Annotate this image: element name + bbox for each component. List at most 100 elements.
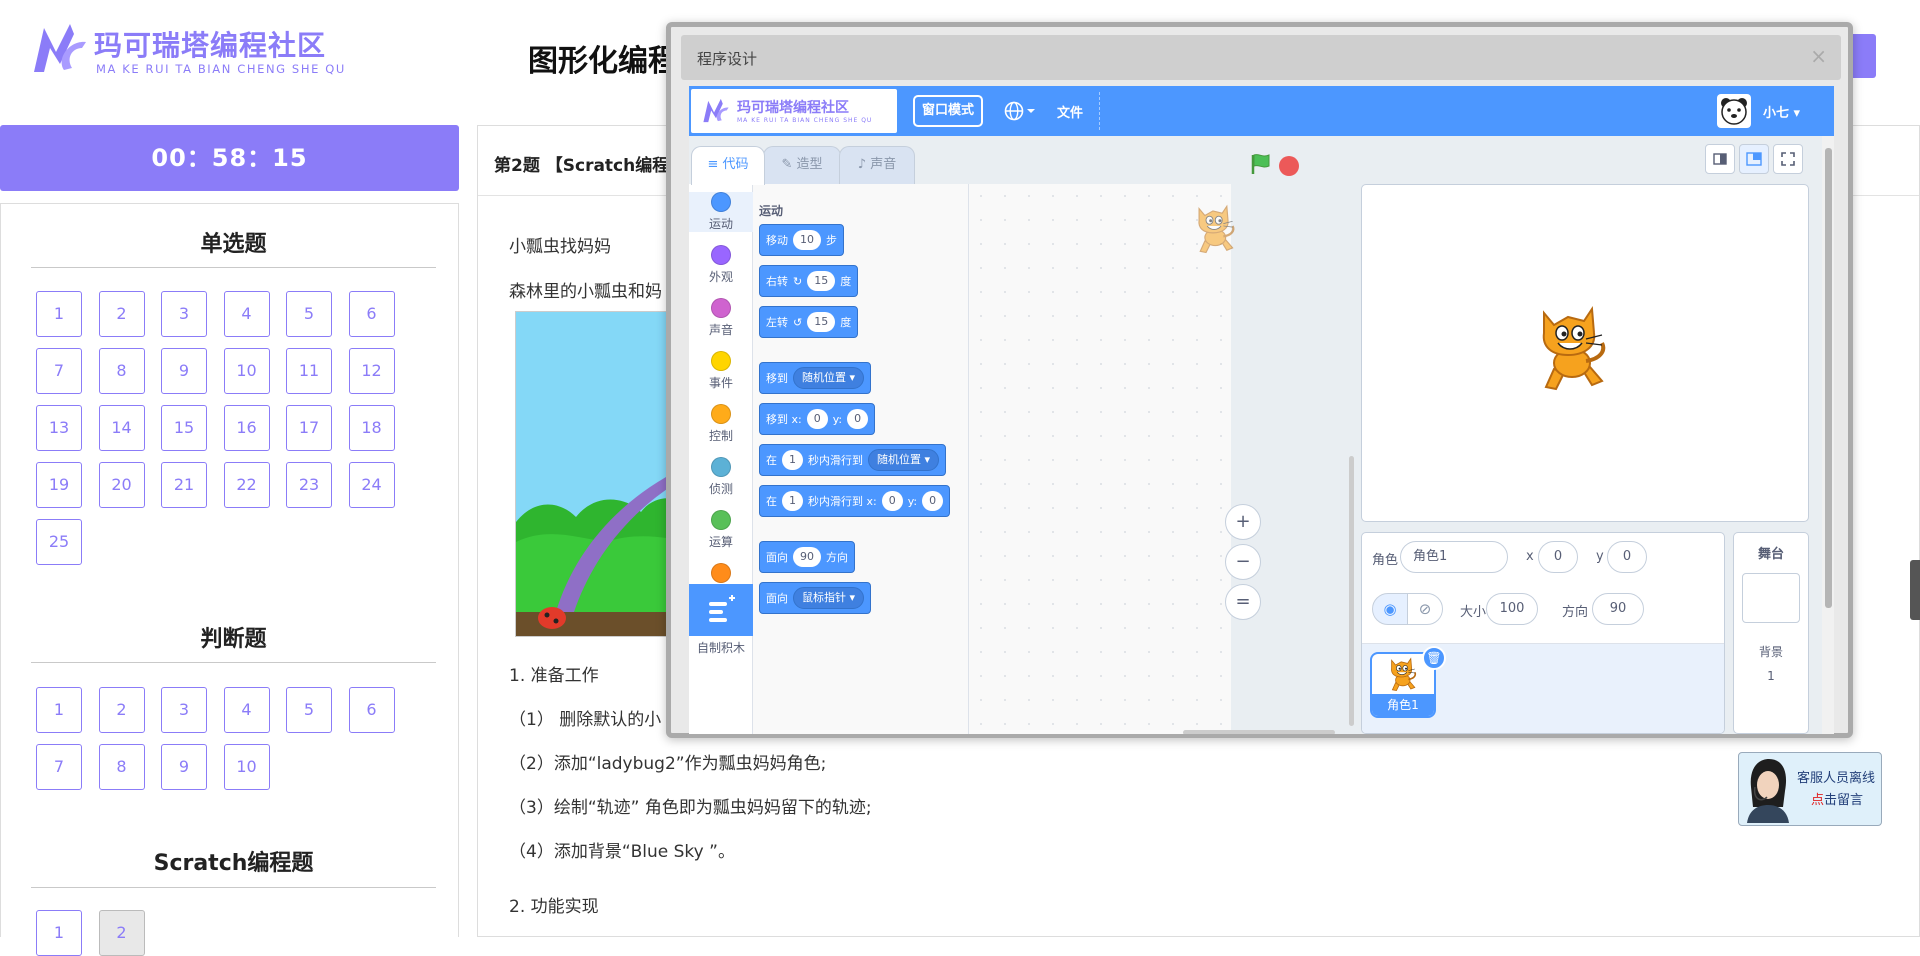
question-number-button[interactable]: 3: [161, 687, 207, 733]
block-goto[interactable]: 移到 随机位置 ▾: [759, 362, 872, 394]
sprite-name-input[interactable]: 角色1: [1400, 541, 1508, 573]
question-number-button[interactable]: 13: [36, 405, 82, 451]
question-number-button[interactable]: 7: [36, 744, 82, 790]
y-input[interactable]: 0: [1607, 541, 1647, 573]
scrollbar-thumb[interactable]: [1825, 148, 1832, 608]
question-number-button[interactable]: 5: [286, 291, 332, 337]
question-number-button[interactable]: 12: [348, 348, 395, 394]
category-item[interactable]: 运动: [689, 192, 753, 232]
category-item[interactable]: 外观: [689, 245, 753, 285]
category-item[interactable]: 事件: [689, 351, 753, 391]
question-number-button[interactable]: 8: [98, 744, 145, 790]
stage-canvas[interactable]: [1361, 184, 1809, 522]
script-area-hscrollbar[interactable]: [1183, 730, 1335, 734]
block-goto-xy[interactable]: 移到 x: 0 y: 0: [759, 403, 876, 435]
question-number-button[interactable]: 17: [286, 405, 332, 451]
customer-service-widget[interactable]: 客服人员离线 点击留言: [1738, 752, 1882, 826]
block-input[interactable]: 0: [806, 409, 828, 429]
category-item[interactable]: 控制: [689, 404, 753, 444]
question-number-button[interactable]: 2: [98, 687, 145, 733]
question-number-button[interactable]: 6: [348, 687, 395, 733]
block-dropdown[interactable]: 鼠标指针 ▾: [793, 587, 865, 609]
block-input[interactable]: 0: [922, 491, 944, 511]
question-number-button[interactable]: 8: [98, 348, 145, 394]
user-menu[interactable]: 小七 ▾: [1763, 102, 1800, 121]
question-number-button[interactable]: 20: [98, 462, 145, 508]
program-design-dialog[interactable]: 程序设计 × 玛可瑞塔编程社区 MA KE RUI TA BIAN CHENG …: [666, 22, 1853, 738]
block-input[interactable]: 0: [881, 491, 903, 511]
block-turn-right[interactable]: 右转 ↻ 15 度: [759, 265, 859, 297]
question-number-button[interactable]: 5: [286, 687, 332, 733]
show-sprite-toggle[interactable]: ◉: [1372, 593, 1408, 625]
normal-stage-button[interactable]: [1739, 144, 1769, 174]
file-menu[interactable]: 文件: [1057, 102, 1083, 121]
question-number-button[interactable]: 4: [223, 687, 270, 733]
question-number-button[interactable]: 1: [36, 687, 82, 733]
block-dropdown[interactable]: 随机位置 ▾: [793, 367, 865, 389]
question-number-button[interactable]: 11: [286, 348, 332, 394]
question-number-button[interactable]: 3: [161, 291, 207, 337]
x-input[interactable]: 0: [1538, 541, 1578, 573]
tab-costumes[interactable]: ✎ 造型: [763, 146, 841, 184]
zoom-out-button[interactable]: −: [1225, 544, 1261, 580]
block-dropdown[interactable]: 随机位置 ▾: [868, 449, 940, 471]
block-input[interactable]: 1: [782, 491, 803, 511]
dialog-titlebar[interactable]: 程序设计 ×: [681, 35, 1841, 80]
zoom-reset-button[interactable]: =: [1225, 584, 1261, 620]
block-input[interactable]: 90: [793, 547, 821, 567]
window-mode-button[interactable]: 窗口模式: [913, 95, 983, 127]
question-number-button[interactable]: 16: [223, 405, 270, 451]
question-number-button[interactable]: 9: [161, 744, 207, 790]
question-number-button[interactable]: 25: [36, 519, 82, 565]
stop-icon[interactable]: [1279, 156, 1299, 176]
add-extension-button[interactable]: [689, 584, 753, 636]
question-number-button[interactable]: 4: [223, 291, 270, 337]
size-input[interactable]: 100: [1486, 593, 1538, 625]
block-input[interactable]: 1: [782, 450, 803, 470]
question-number-button[interactable]: 21: [161, 462, 207, 508]
question-number-button[interactable]: 1: [36, 910, 82, 956]
site-logo[interactable]: 玛可瑞塔编程社区 MA KE RUI TA BIAN CHENG SHE QU: [30, 18, 344, 82]
question-number-button[interactable]: 22: [223, 462, 270, 508]
block-glide-xy[interactable]: 在 1 秒内滑行到 x: 0 y: 0: [759, 485, 951, 517]
question-number-button[interactable]: 24: [348, 462, 395, 508]
question-number-button[interactable]: 2: [98, 910, 145, 956]
question-number-button[interactable]: 18: [348, 405, 395, 451]
script-area[interactable]: + − =: [969, 184, 1261, 734]
block-point-direction[interactable]: 面向 90 方向: [759, 541, 855, 573]
tab-code[interactable]: ≡ 代码: [691, 146, 765, 185]
block-move-steps[interactable]: 移动 10 步: [759, 224, 844, 256]
question-number-button[interactable]: 10: [223, 348, 270, 394]
delete-sprite-icon[interactable]: 🗑: [1422, 646, 1446, 670]
green-flag-icon[interactable]: [1249, 152, 1273, 176]
category-item[interactable]: 声音: [689, 298, 753, 338]
question-number-button[interactable]: 14: [98, 405, 145, 451]
question-number-button[interactable]: 2: [98, 291, 145, 337]
stage-selector[interactable]: 舞台 背景 1: [1733, 532, 1809, 734]
question-number-button[interactable]: 9: [161, 348, 207, 394]
stage-thumbnail[interactable]: [1742, 573, 1800, 623]
question-number-button[interactable]: 23: [286, 462, 332, 508]
script-area-scrollbar[interactable]: [1349, 456, 1354, 726]
question-number-button[interactable]: 1: [36, 291, 82, 337]
zoom-in-button[interactable]: +: [1225, 504, 1261, 540]
question-number-button[interactable]: 7: [36, 348, 82, 394]
question-number-button[interactable]: 19: [36, 462, 82, 508]
block-input[interactable]: 15: [807, 271, 836, 291]
editor-logo[interactable]: 玛可瑞塔编程社区 MA KE RUI TA BIAN CHENG SHE QU: [691, 89, 897, 133]
block-turn-left[interactable]: 左转 ↺ 15 度: [759, 306, 859, 338]
editor-scrollbar[interactable]: [1822, 136, 1834, 734]
block-input[interactable]: 15: [807, 312, 836, 332]
block-input[interactable]: 10: [793, 230, 821, 250]
category-item[interactable]: 运算: [689, 510, 753, 550]
language-globe-icon[interactable]: [1003, 100, 1037, 122]
direction-input[interactable]: 90: [1592, 593, 1644, 625]
side-handle[interactable]: [1910, 560, 1920, 620]
question-number-button[interactable]: 6: [348, 291, 395, 337]
question-number-button[interactable]: 10: [223, 744, 270, 790]
block-input[interactable]: 0: [847, 409, 869, 429]
user-avatar[interactable]: [1717, 94, 1751, 128]
category-item[interactable]: 侦测: [689, 457, 753, 497]
hide-sprite-toggle[interactable]: ⊘: [1407, 593, 1443, 625]
block-point-towards[interactable]: 面向 鼠标指针 ▾: [759, 582, 872, 614]
